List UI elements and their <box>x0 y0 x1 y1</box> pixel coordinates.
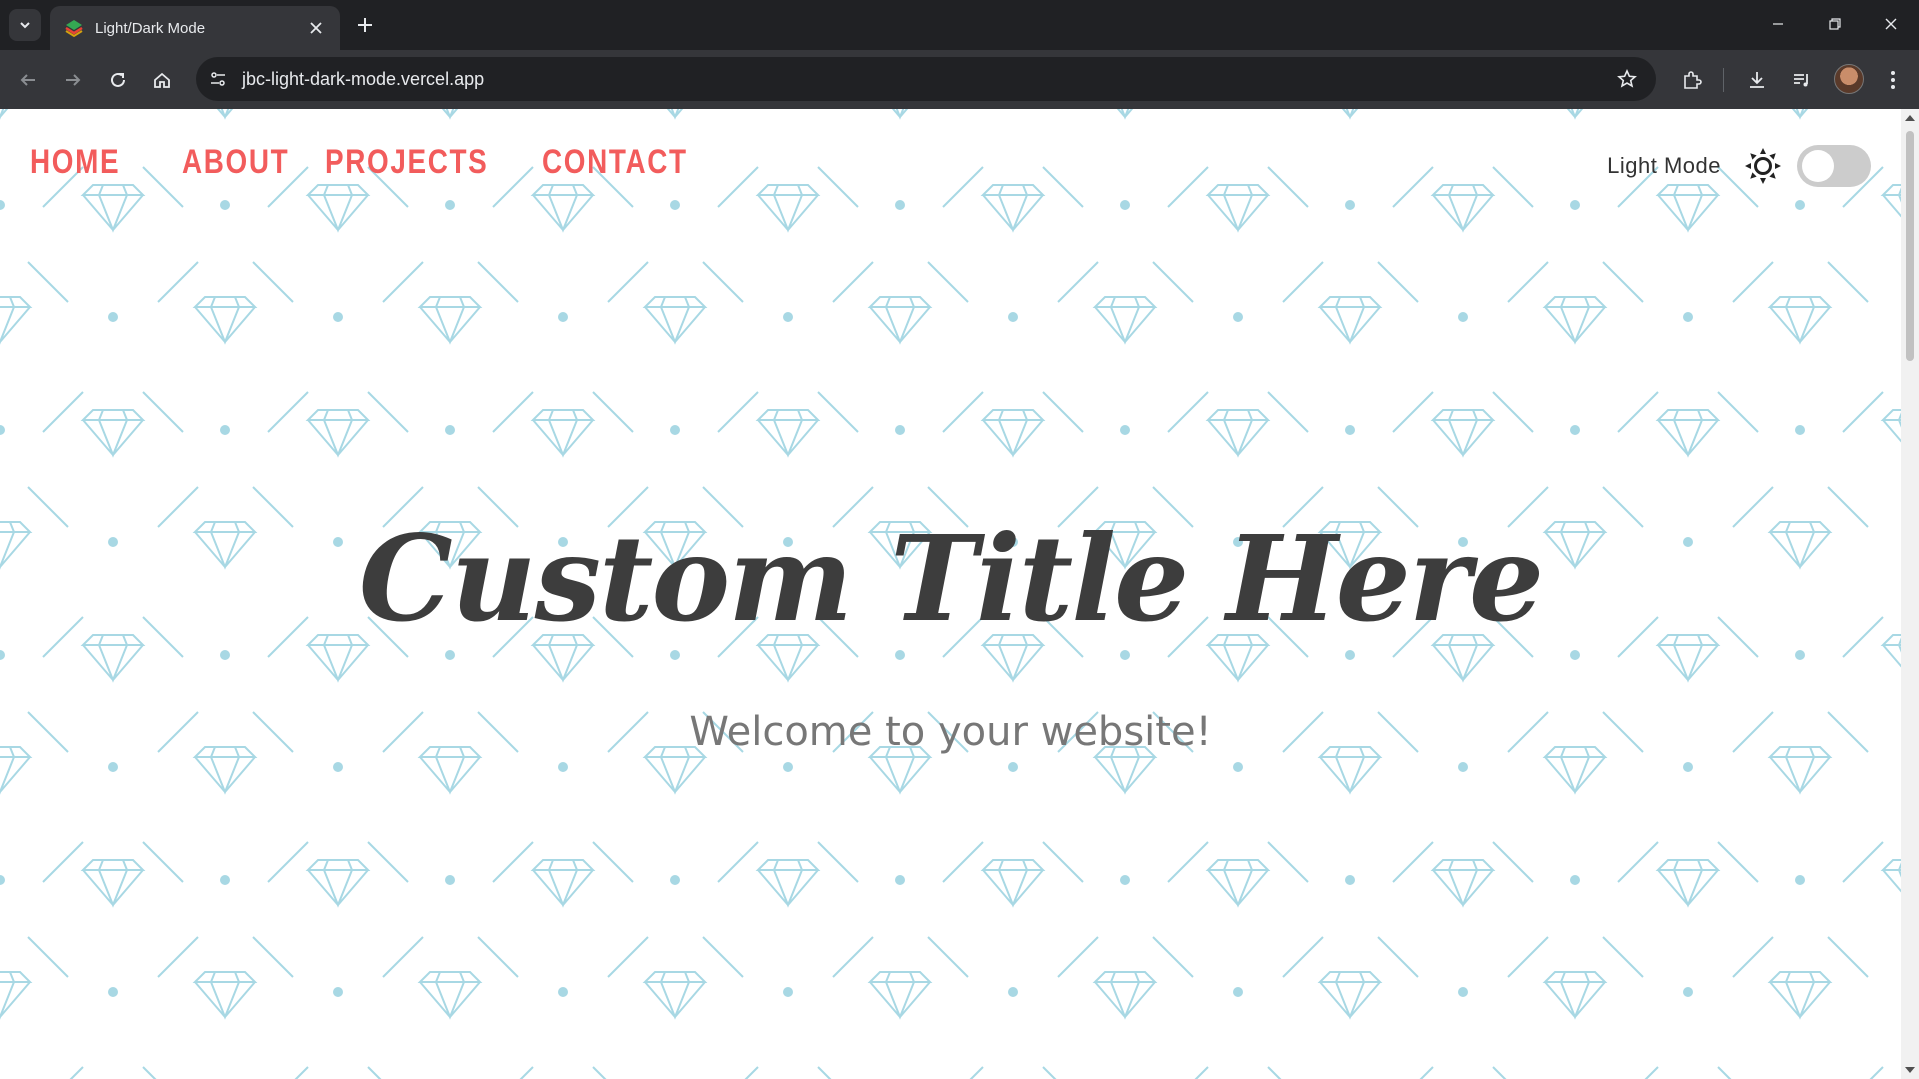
close-window-button[interactable] <box>1868 8 1914 40</box>
restore-button[interactable] <box>1812 8 1858 40</box>
menu-button[interactable] <box>1878 65 1908 95</box>
nav-contact-link[interactable]: CONTACT <box>542 143 688 182</box>
back-arrow-icon <box>20 74 35 86</box>
tab-strip: Light/Dark Mode <box>0 0 1919 50</box>
toolbar-divider <box>1723 68 1724 92</box>
chevron-down-icon <box>20 22 30 29</box>
site-favicon-icon <box>64 18 84 38</box>
kebab-menu-icon <box>1891 71 1895 89</box>
close-icon <box>1885 18 1897 30</box>
profile-avatar[interactable] <box>1834 64 1864 94</box>
browser-toolbar: jbc-light-dark-mode.vercel.app <box>0 50 1919 109</box>
url-text[interactable]: jbc-light-dark-mode.vercel.app <box>242 69 484 90</box>
home-button[interactable] <box>147 65 177 95</box>
new-tab-button[interactable] <box>352 12 378 38</box>
nav-about-link[interactable]: ABOUT <box>182 143 289 182</box>
nav-projects-link[interactable]: PROJECTS <box>325 143 488 182</box>
scroll-down-arrow-icon[interactable] <box>1905 1067 1915 1073</box>
address-bar[interactable]: jbc-light-dark-mode.vercel.app <box>196 57 1656 101</box>
page-scrollbar[interactable] <box>1901 109 1919 1079</box>
reload-icon <box>111 72 125 87</box>
site-info-icon[interactable] <box>204 65 232 93</box>
back-button[interactable] <box>13 65 43 95</box>
puzzle-icon <box>1684 71 1702 89</box>
sun-icon <box>1745 148 1781 184</box>
bookmark-star-icon[interactable] <box>1614 66 1640 92</box>
mode-label: Light Mode <box>1607 153 1721 178</box>
active-tab[interactable]: Light/Dark Mode <box>50 6 340 50</box>
tab-close-icon[interactable] <box>304 16 328 40</box>
minimize-icon <box>1773 23 1783 25</box>
home-icon <box>154 72 170 88</box>
forward-arrow-icon <box>66 74 81 86</box>
reload-button[interactable] <box>103 65 133 95</box>
toggle-knob <box>1802 150 1834 182</box>
downloads-button[interactable] <box>1742 65 1772 95</box>
download-icon <box>1750 72 1764 88</box>
nav-home-link[interactable]: HOME <box>30 143 120 182</box>
tab-search-button[interactable] <box>9 9 41 41</box>
theme-switcher: Light Mode <box>1607 145 1871 187</box>
minimize-button[interactable] <box>1755 8 1801 40</box>
extensions-button[interactable] <box>1677 65 1707 95</box>
page-viewport: HOME ABOUT PROJECTS CONTACT Light Mode C… <box>0 109 1901 1079</box>
playlist-icon <box>1794 74 1808 87</box>
hero-title: Custom Title Here <box>358 509 1544 648</box>
tab-title: Light/Dark Mode <box>95 19 206 37</box>
media-control-button[interactable] <box>1787 65 1817 95</box>
theme-toggle-switch[interactable] <box>1797 145 1871 187</box>
restore-icon <box>1829 18 1841 30</box>
main-nav: HOME ABOUT PROJECTS CONTACT <box>30 143 762 182</box>
scroll-thumb[interactable] <box>1906 131 1914 361</box>
hero-subtitle: Welcome to your website! <box>689 709 1212 755</box>
plus-icon <box>358 18 372 32</box>
forward-button[interactable] <box>58 65 88 95</box>
scroll-up-arrow-icon[interactable] <box>1905 115 1915 121</box>
